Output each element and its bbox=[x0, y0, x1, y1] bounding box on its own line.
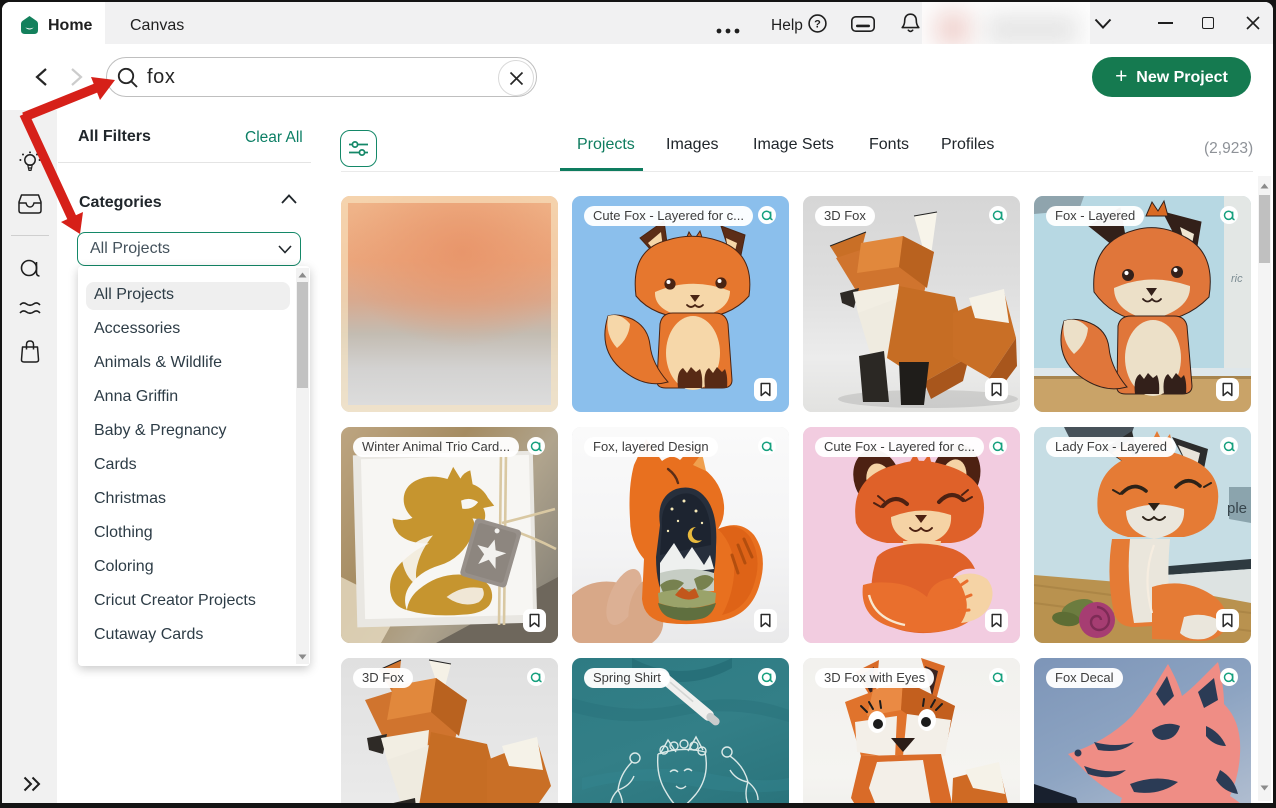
svg-text:?: ? bbox=[814, 18, 821, 30]
svg-text:ple: ple bbox=[1227, 500, 1247, 517]
svg-text:ric: ric bbox=[1231, 273, 1243, 285]
